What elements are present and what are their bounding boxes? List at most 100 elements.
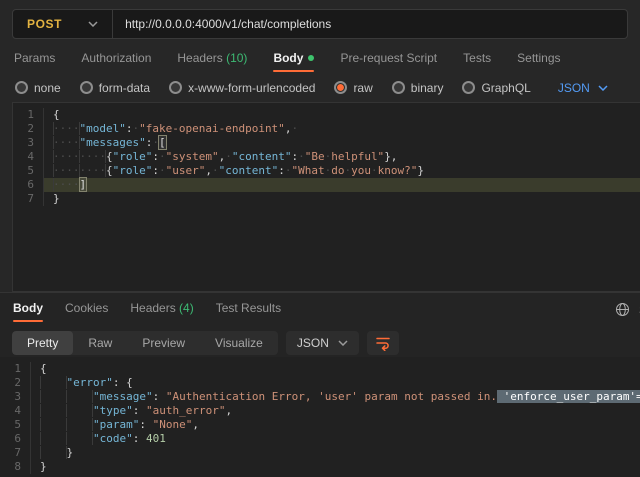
request-tab-settings[interactable]: Settings xyxy=(517,47,560,72)
code-line[interactable]: 1{ xyxy=(0,362,640,376)
request-body-editor[interactable]: 1{2····"model":·"fake-openai-endpoint",·… xyxy=(12,102,640,292)
token-num: 401 xyxy=(146,432,166,445)
line-number: 8 xyxy=(0,460,30,474)
code-line[interactable]: 3····"messages":·[ xyxy=(13,136,640,150)
code-line[interactable]: 4 "type": "auth_error", xyxy=(0,404,640,418)
body-type-label: none xyxy=(34,81,61,95)
radio-icon xyxy=(392,81,405,94)
line-number: 4 xyxy=(0,404,30,418)
body-type-form-data[interactable]: form-data xyxy=(80,81,150,95)
line-number: 2 xyxy=(0,376,30,390)
code-line[interactable]: 1{ xyxy=(13,108,640,122)
code-line-content: ····"model":·"fake-openai-endpoint",· xyxy=(43,122,640,136)
line-number: 5 xyxy=(0,418,30,432)
tab-label: Cookies xyxy=(65,301,108,315)
view-pretty[interactable]: Pretty xyxy=(12,331,73,355)
token-str: do xyxy=(331,164,344,177)
response-language-select[interactable]: JSON xyxy=(286,331,359,355)
token-punc: } xyxy=(53,192,60,205)
token-sp xyxy=(40,404,93,417)
response-tab-cookies[interactable]: Cookies xyxy=(65,297,108,322)
tab-label: Pre-request Script xyxy=(340,51,437,65)
code-line[interactable]: 5 "param": "None", xyxy=(0,418,640,432)
request-tab-params[interactable]: Params xyxy=(14,47,55,72)
line-number: 1 xyxy=(0,362,30,376)
token-ws: ···· xyxy=(53,178,80,191)
url-row: POST http://0.0.0.0:4000/v1/chat/complet… xyxy=(0,0,640,46)
request-tab-authorization[interactable]: Authorization xyxy=(81,47,151,72)
request-tab-tests[interactable]: Tests xyxy=(463,47,491,72)
request-tab-body[interactable]: Body xyxy=(273,47,314,72)
token-key: "error" xyxy=(67,376,113,389)
wrap-text-button[interactable] xyxy=(367,331,399,355)
code-line[interactable]: 8} xyxy=(0,460,640,474)
request-tab-headers[interactable]: Headers (10) xyxy=(177,47,247,72)
code-line[interactable]: 5········{"role":·"user",·"content":·"Wh… xyxy=(13,164,640,178)
token-str: you xyxy=(351,164,371,177)
body-type-binary[interactable]: binary xyxy=(392,81,444,95)
line-number: 3 xyxy=(13,136,43,150)
response-toolbar: PrettyRawPreviewVisualize JSON xyxy=(0,326,640,357)
tab-label: Tests xyxy=(463,51,491,65)
code-line[interactable]: 4········{"role":·"system",·"content":·"… xyxy=(13,150,640,164)
globe-icon[interactable] xyxy=(615,302,630,317)
tab-label: Authorization xyxy=(81,51,151,65)
tab-label: Params xyxy=(14,51,55,65)
token-punc: : xyxy=(152,164,159,177)
code-line-content: } xyxy=(30,460,640,474)
response-view-switcher: PrettyRawPreviewVisualize xyxy=(12,331,278,355)
token-key: "message" xyxy=(93,390,153,403)
line-number: 6 xyxy=(0,432,30,446)
token-punc: : xyxy=(113,376,126,389)
token-key: "role" xyxy=(113,164,153,177)
token-str: "auth_error" xyxy=(146,404,225,417)
view-raw[interactable]: Raw xyxy=(73,331,127,355)
response-tab-headers[interactable]: Headers (4) xyxy=(130,297,193,322)
code-line[interactable]: 3 "message": "Authentication Error, 'use… xyxy=(0,390,640,404)
token-str: helpful" xyxy=(331,150,384,163)
body-type-label: form-data xyxy=(99,81,150,95)
body-type-raw[interactable]: raw xyxy=(334,81,372,95)
tab-label: Settings xyxy=(517,51,560,65)
token-punc: , xyxy=(225,404,232,417)
body-type-graphql[interactable]: GraphQL xyxy=(462,81,530,95)
language-select[interactable]: JSON xyxy=(558,81,608,95)
token-punc: : xyxy=(139,418,152,431)
body-type-x-www-form-urlencoded[interactable]: x-www-form-urlencoded xyxy=(169,81,315,95)
line-number: 6 xyxy=(13,178,43,192)
request-panel: POST http://0.0.0.0:4000/v1/chat/complet… xyxy=(0,0,640,292)
response-tab-body[interactable]: Body xyxy=(13,297,43,322)
code-line[interactable]: 6 "code": 401 xyxy=(0,432,640,446)
body-type-label: raw xyxy=(353,81,372,95)
response-tab-test-results[interactable]: Test Results xyxy=(216,297,281,322)
radio-icon xyxy=(334,81,347,94)
token-str: "system" xyxy=(166,150,219,163)
chevron-down-icon xyxy=(338,340,348,346)
code-line[interactable]: 7} xyxy=(13,192,640,206)
token-sp xyxy=(40,446,67,459)
token-punc: } xyxy=(40,460,47,473)
response-tabs-right: S xyxy=(615,293,640,326)
wrap-text-icon xyxy=(375,335,391,351)
request-tab-pre-request-script[interactable]: Pre-request Script xyxy=(340,47,437,72)
code-line[interactable]: 7 } xyxy=(0,446,640,460)
token-str: "fake-openai-endpoint" xyxy=(139,122,285,135)
view-visualize[interactable]: Visualize xyxy=(200,331,278,355)
token-punc: : xyxy=(133,432,146,445)
url-input[interactable]: http://0.0.0.0:4000/v1/chat/completions xyxy=(113,17,627,31)
code-line[interactable]: 6····] xyxy=(13,178,640,192)
body-type-none[interactable]: none xyxy=(15,81,61,95)
token-ws: · xyxy=(225,150,232,163)
token-punc: , xyxy=(205,164,212,177)
token-ws: · xyxy=(159,150,166,163)
code-line[interactable]: 2 "error": { xyxy=(0,376,640,390)
code-line[interactable]: 2····"model":·"fake-openai-endpoint",· xyxy=(13,122,640,136)
code-line-content: "type": "auth_error", xyxy=(30,404,640,418)
token-key: "role" xyxy=(113,150,153,163)
view-preview[interactable]: Preview xyxy=(127,331,200,355)
method-select[interactable]: POST xyxy=(13,10,112,38)
token-punc: : xyxy=(153,390,166,403)
response-body-editor[interactable]: 1{2 "error": {3 "message": "Authenticati… xyxy=(0,357,640,477)
token-ws: ···· xyxy=(53,122,80,135)
response-tabs-row: Body Cookies Headers (4) Test Results S xyxy=(0,293,640,326)
